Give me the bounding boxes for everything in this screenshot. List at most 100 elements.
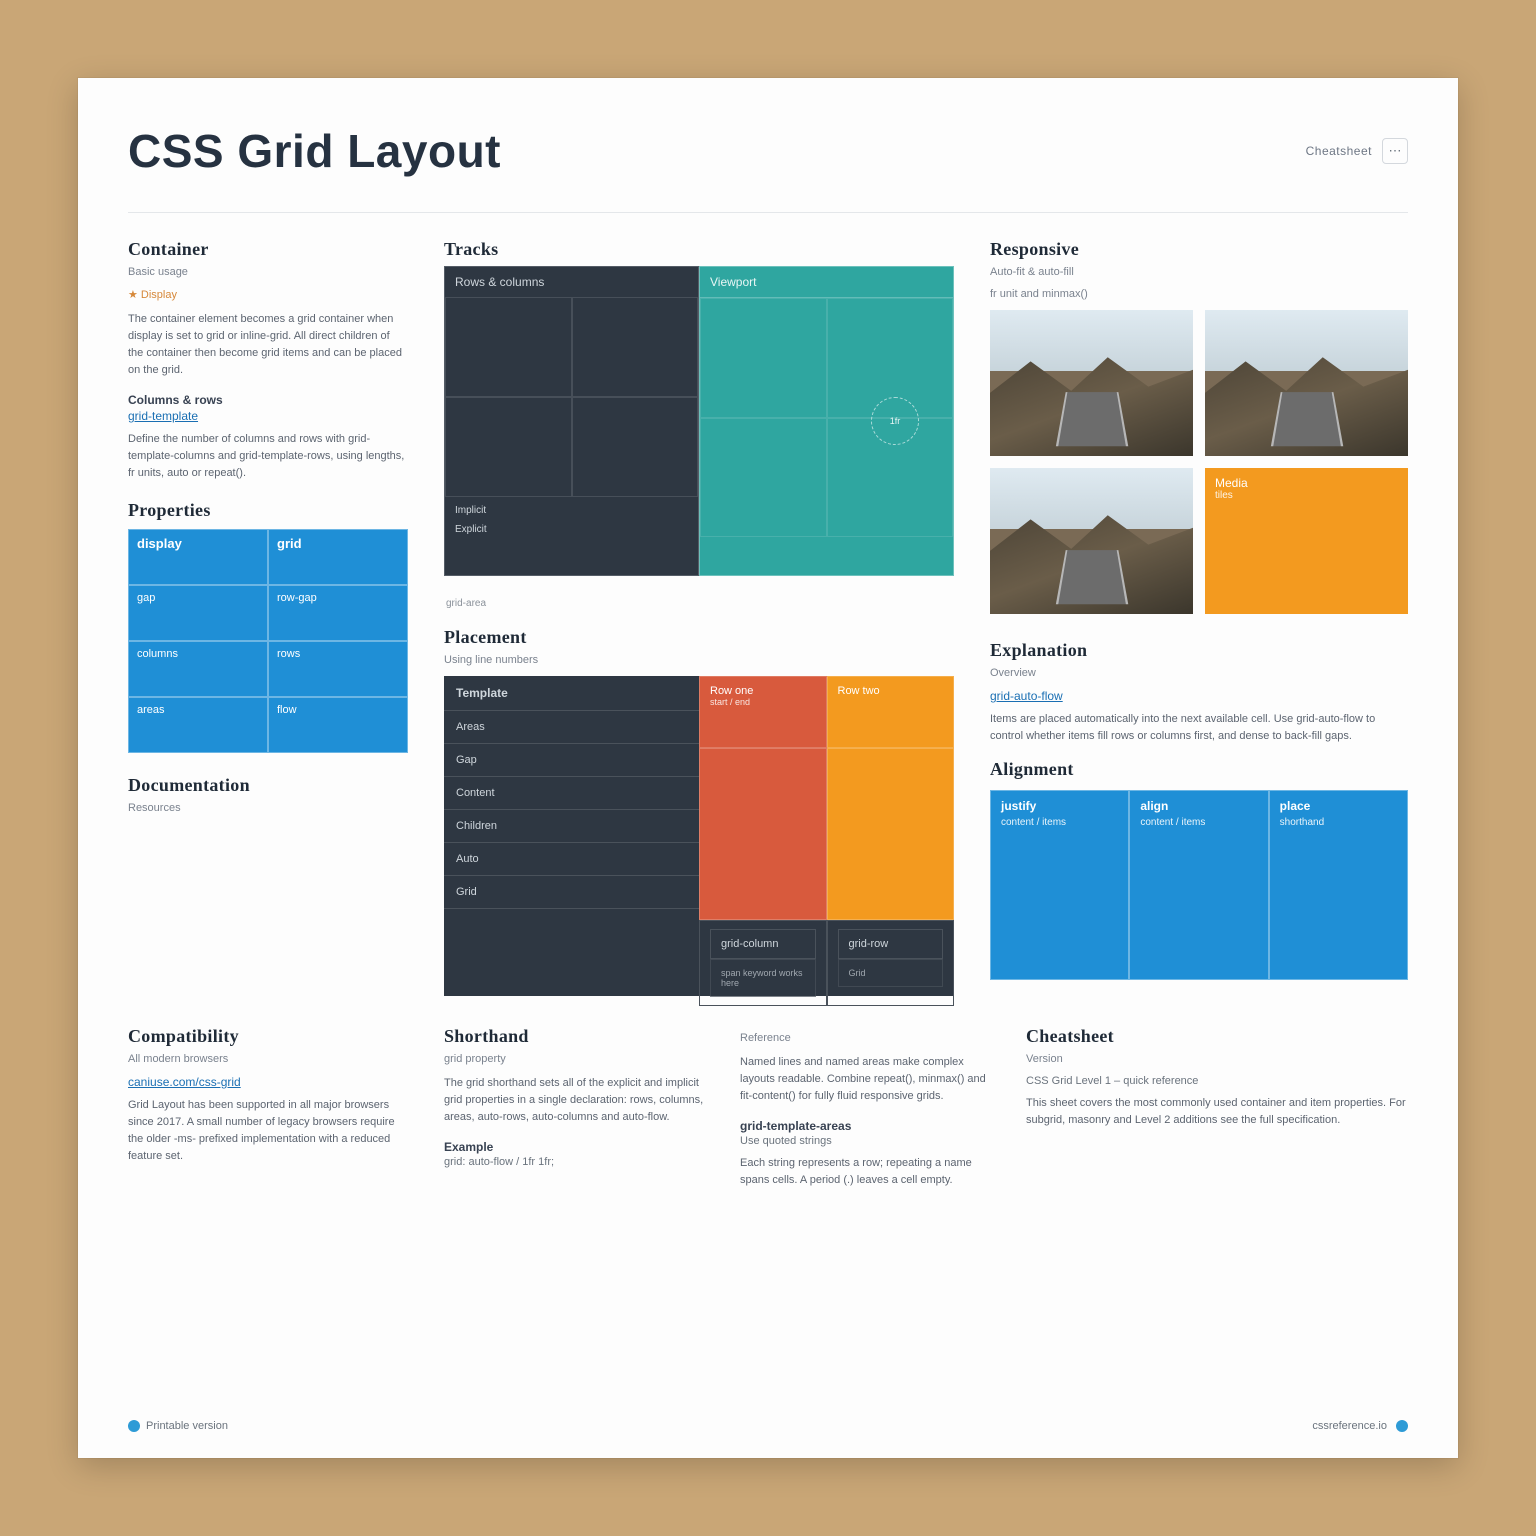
bottom-para-1: Grid Layout has been supported in all ma… <box>128 1097 408 1165</box>
left-para-2: Define the number of columns and rows wi… <box>128 431 408 482</box>
breadcrumb: Cheatsheet <box>1306 144 1372 158</box>
fr-circle-icon: 1fr <box>871 397 919 445</box>
table-cell: grid <box>268 529 408 585</box>
alignment-table: justify content / items align content / … <box>990 790 1408 980</box>
bottom-minor-2: grid: auto-flow / 1fr 1fr; <box>444 1156 704 1168</box>
footer-left[interactable]: Printable version <box>128 1420 228 1432</box>
right-heading-1: Responsive <box>990 239 1408 260</box>
table-cell: gap <box>128 585 268 641</box>
diagram-dark-panel: Rows & columns Implicit Explicit <box>444 266 699 576</box>
list-item: Grid <box>444 876 699 909</box>
star-badge: ★ Display <box>128 288 408 301</box>
foot-cell: grid-row Grid <box>827 920 955 1006</box>
bottom-minor-4: CSS Grid Level 1 – quick reference <box>1026 1075 1408 1087</box>
table-cell: flow <box>268 697 408 753</box>
table-cell: columns <box>128 641 268 697</box>
diagram-teal-panel: Viewport 1fr <box>699 266 954 576</box>
red-cell: Row one start / end <box>699 676 827 748</box>
tracks-diagram: Rows & columns Implicit Explicit Viewpor… <box>444 266 954 576</box>
bottom-col-1: Compatibility All modern browsers canius… <box>128 1026 408 1203</box>
table-cell: row-gap <box>268 585 408 641</box>
sheet: CSS Grid Layout Cheatsheet ⋯ Container B… <box>78 78 1458 1458</box>
bottom-label-2: Example <box>444 1140 704 1154</box>
center-heading-2: Placement <box>444 627 954 648</box>
bottom-label-3: grid-template-areas <box>740 1119 990 1133</box>
bottom-minor-3: Use quoted strings <box>740 1135 990 1147</box>
cell-label: Row one <box>710 685 816 697</box>
footer-right[interactable]: cssreference.io <box>1312 1420 1408 1432</box>
foot-cell: grid-column span keyword works here <box>699 920 827 1006</box>
top-right: Cheatsheet ⋯ <box>1306 138 1408 164</box>
placement-diagram: Template Areas Gap Content Children Auto… <box>444 676 954 996</box>
col-value: content / items <box>1140 817 1257 828</box>
col-heading: place <box>1280 799 1397 813</box>
orange-fill <box>827 748 955 920</box>
right-column: Responsive Auto-fit & auto-fill fr unit … <box>990 239 1408 996</box>
table-col: place shorthand <box>1269 790 1408 980</box>
bottom-col-2: Shorthand grid property The grid shortha… <box>444 1026 704 1203</box>
photo-tile <box>990 310 1193 456</box>
table-cell: areas <box>128 697 268 753</box>
right-heading-2: Explanation <box>990 640 1408 661</box>
diagram-label: Viewport <box>700 267 953 297</box>
bottom-col-3: Reference Named lines and named areas ma… <box>740 1026 990 1203</box>
left-link-1[interactable]: grid-template <box>128 409 408 423</box>
cell-sub: span keyword works here <box>710 959 816 997</box>
tile-label: Media <box>1215 476 1398 490</box>
left-heading-3: Documentation <box>128 775 408 796</box>
center-sub-2: Using line numbers <box>444 654 954 666</box>
center-column: Tracks Rows & columns Implicit Explicit … <box>444 239 954 996</box>
cell-label: grid-column <box>710 929 816 959</box>
bottom-heading-1: Compatibility <box>128 1026 408 1047</box>
photo-tile <box>1205 310 1408 456</box>
red-fill <box>699 748 827 920</box>
right-heading-3: Alignment <box>990 759 1408 780</box>
bottom-heading-4: Cheatsheet <box>1026 1026 1408 1047</box>
table-col: justify content / items <box>990 790 1129 980</box>
list-item: Children <box>444 810 699 843</box>
col-heading: justify <box>1001 799 1118 813</box>
col-heading: align <box>1140 799 1257 813</box>
diagram-label: Explicit <box>445 524 698 543</box>
bottom-sub-3: Reference <box>740 1032 990 1044</box>
list-item: Content <box>444 777 699 810</box>
photo-grid: Media tiles <box>990 310 1408 614</box>
dot-icon <box>1396 1420 1408 1432</box>
cell-sub: Grid <box>838 959 944 987</box>
col-value: content / items <box>1001 817 1118 828</box>
diagram-label: Implicit <box>445 497 698 524</box>
properties-grid: display grid gap row-gap columns rows ar… <box>128 529 408 753</box>
topbar: CSS Grid Layout Cheatsheet ⋯ <box>128 124 1408 178</box>
left-heading-2: Properties <box>128 500 408 521</box>
left-label-1: Columns & rows <box>128 393 408 407</box>
bottom-link-1[interactable]: caniuse.com/css-grid <box>128 1075 408 1089</box>
orange-cell: Row two <box>827 676 955 748</box>
bottom-heading-2: Shorthand <box>444 1026 704 1047</box>
table-col: align content / items <box>1129 790 1268 980</box>
page-title: CSS Grid Layout <box>128 124 501 178</box>
list-item: Template <box>444 676 699 711</box>
table-cell: display <box>128 529 268 585</box>
footer-right-label: cssreference.io <box>1312 1420 1387 1432</box>
dot-icon <box>128 1420 140 1432</box>
bottom-col-4: Cheatsheet Version CSS Grid Level 1 – qu… <box>1026 1026 1408 1203</box>
col-value: shorthand <box>1280 817 1397 828</box>
bottom-sub-4: Version <box>1026 1053 1408 1065</box>
footer: Printable version cssreference.io <box>128 1420 1408 1432</box>
right-sub-1a: Auto-fit & auto-fill <box>990 266 1408 278</box>
left-heading-1: Container <box>128 239 408 260</box>
cell-sub: start / end <box>710 697 816 707</box>
bottom-sub-2: grid property <box>444 1053 704 1065</box>
list-item: Auto <box>444 843 699 876</box>
table-cell: rows <box>268 641 408 697</box>
bottom-para-4: This sheet covers the most commonly used… <box>1026 1095 1408 1129</box>
cell-label: grid-row <box>838 929 944 959</box>
bottom-sub-1: All modern browsers <box>128 1053 408 1065</box>
settings-icon[interactable]: ⋯ <box>1382 138 1408 164</box>
left-column: Container Basic usage ★ Display The cont… <box>128 239 408 996</box>
tile-sub: tiles <box>1215 490 1398 501</box>
right-link-2[interactable]: grid-auto-flow <box>990 689 1408 703</box>
list-item: Areas <box>444 711 699 744</box>
left-para-1: The container element becomes a grid con… <box>128 311 408 379</box>
bottom-para-3a: Named lines and named areas make complex… <box>740 1054 990 1105</box>
